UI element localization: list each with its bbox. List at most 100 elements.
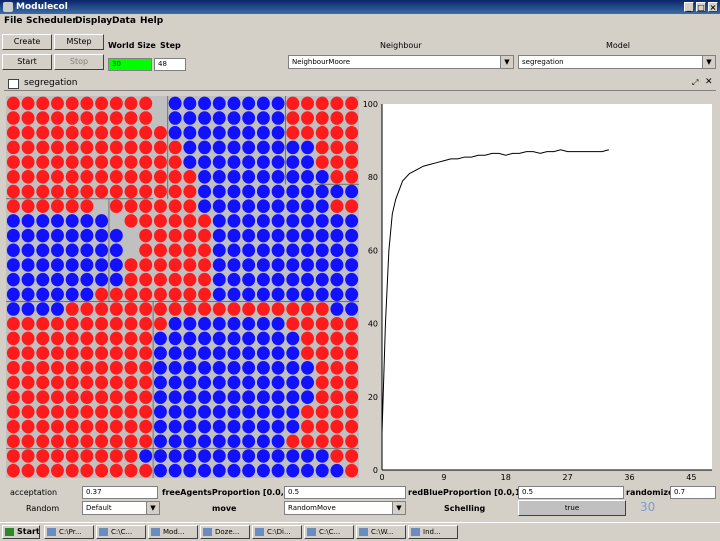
red-agent [36, 155, 50, 169]
red-agent [153, 302, 167, 316]
acceptation-field[interactable]: 0.37 [82, 486, 158, 499]
red-agent [95, 375, 109, 390]
taskbar: Start C:\Pr... C:\C... Mod... Doze... C:\Di.… [0, 522, 720, 541]
chart: 0 20 40 60 80 100 0 9 18 27 36 45 [363, 100, 712, 482]
blue-agent [301, 463, 314, 478]
menu-display[interactable]: Display [75, 16, 112, 26]
blue-agent [212, 316, 226, 331]
blue-agent [301, 155, 314, 169]
red-agent [109, 405, 123, 419]
red-agent [139, 228, 153, 243]
taskbar-item[interactable]: C:\C... [304, 525, 354, 539]
blue-agent [271, 287, 285, 302]
blue-agent [330, 302, 344, 316]
red-agent [95, 111, 109, 125]
blue-agent [198, 316, 212, 331]
blue-agent [256, 405, 270, 419]
taskbar-item-label: Mod... [163, 528, 185, 536]
chevron-down-icon[interactable]: ▼ [500, 56, 513, 68]
red-blue-field[interactable]: 0.5 [518, 486, 624, 499]
red-agent [345, 140, 359, 155]
model-select[interactable]: segregation ▼ [518, 55, 716, 69]
taskbar-item[interactable]: C:\Pr... [44, 525, 94, 539]
close-icon[interactable]: × [708, 2, 718, 12]
restore-icon[interactable]: ⤢ [692, 78, 698, 88]
chevron-down-icon[interactable]: ▼ [702, 56, 715, 68]
taskbar-item[interactable]: Doze... [200, 525, 250, 539]
start-button[interactable]: Start [2, 54, 52, 70]
blue-agent [256, 390, 270, 404]
red-agent [301, 419, 314, 434]
blue-agent [301, 390, 314, 404]
red-agent [21, 155, 35, 169]
stop-button[interactable]: Stop [54, 54, 104, 70]
create-button[interactable]: Create [2, 34, 52, 50]
free-agents-field[interactable]: 0.5 [284, 486, 406, 499]
red-agent [153, 258, 167, 272]
menu-data[interactable]: Data [112, 16, 136, 26]
red-agent [330, 316, 344, 331]
red-agent [6, 140, 20, 155]
taskbar-item[interactable]: Ind... [408, 525, 458, 539]
red-agent [198, 272, 212, 287]
move-select[interactable]: RandomMove ▼ [284, 501, 406, 515]
red-agent [80, 346, 94, 360]
blue-agent [227, 331, 241, 346]
menu-help[interactable]: Help [140, 16, 163, 26]
schelling-toggle[interactable]: true [518, 500, 626, 516]
red-agent [139, 258, 153, 272]
neighbour-select[interactable]: NeighbourMoore ▼ [288, 55, 514, 69]
taskbar-item[interactable]: Mod... [148, 525, 198, 539]
blue-agent [198, 390, 212, 404]
randomize-field[interactable]: 0.7 [670, 486, 716, 499]
red-agent [80, 140, 94, 155]
red-agent [198, 228, 212, 243]
red-agent [139, 272, 153, 287]
red-agent [80, 361, 94, 375]
taskbar-item[interactable]: C:\C... [96, 525, 146, 539]
blue-agent [242, 272, 256, 287]
menu-scheduler[interactable]: Scheduler [26, 16, 77, 26]
red-agent [153, 316, 167, 331]
blue-agent [271, 199, 285, 213]
red-agent [345, 419, 359, 434]
taskbar-item[interactable]: C:\Di... [252, 525, 302, 539]
blue-agent [242, 434, 256, 449]
red-agent [109, 463, 123, 478]
maximize-icon[interactable]: □ [696, 2, 706, 12]
random-select[interactable]: Default ▼ [82, 501, 160, 515]
blue-agent [256, 434, 270, 449]
blue-agent [242, 243, 256, 258]
chevron-down-icon[interactable]: ▼ [392, 502, 405, 514]
red-agent [301, 96, 314, 111]
red-agent [36, 434, 50, 449]
blue-agent [183, 125, 197, 140]
blue-agent [183, 96, 197, 111]
world-size-field[interactable]: 30 [108, 58, 152, 71]
close-icon[interactable]: ✕ [705, 77, 713, 87]
start-menu-button[interactable]: Start [2, 525, 40, 539]
blue-agent [21, 302, 35, 316]
menu-file[interactable]: File [4, 16, 22, 26]
move-value: RandomMove [288, 504, 336, 512]
minimize-icon[interactable]: _ [684, 2, 694, 12]
red-agent [6, 125, 20, 140]
mstep-button[interactable]: MStep [54, 34, 104, 50]
red-agent [153, 170, 167, 184]
start-label: Start [17, 527, 40, 536]
blue-agent [242, 346, 256, 360]
taskbar-item[interactable]: C:\W... [356, 525, 406, 539]
blue-agent [271, 449, 285, 463]
red-agent [286, 111, 300, 125]
red-agent [21, 434, 35, 449]
blue-agent [212, 199, 226, 213]
blue-agent [168, 449, 182, 463]
chevron-down-icon[interactable]: ▼ [146, 502, 159, 514]
blue-agent [271, 125, 285, 140]
blue-agent [153, 375, 167, 390]
red-agent [36, 346, 50, 360]
blue-agent [345, 287, 359, 302]
blue-agent [168, 96, 182, 111]
blue-agent [330, 463, 344, 478]
red-agent [109, 96, 123, 111]
